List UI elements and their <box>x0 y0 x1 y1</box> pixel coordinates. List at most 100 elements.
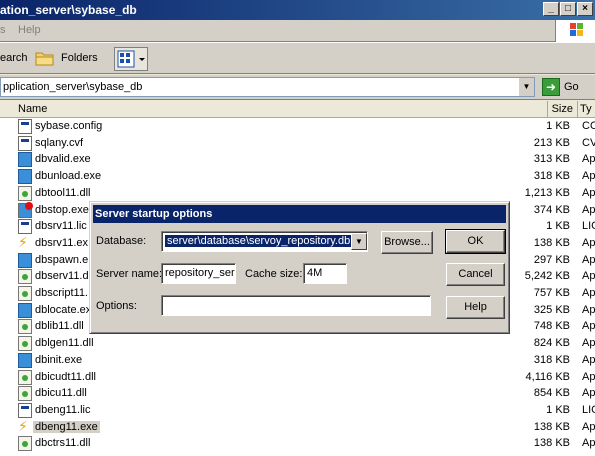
file-name: dbunload.exe <box>35 170 102 183</box>
dll-icon <box>18 286 32 301</box>
server-name-input[interactable]: repository_ser <box>161 263 236 284</box>
window-title: ation_server\sybase_db <box>0 3 137 17</box>
file-name: dbserv11.d <box>35 270 89 283</box>
file-row[interactable]: dbicu11.dll 854 KB Ap <box>0 385 595 402</box>
lightning-icon <box>18 234 32 251</box>
file-type: Ap <box>582 387 595 400</box>
file-row[interactable]: sqlany.cvf 213 KB CV <box>0 135 595 152</box>
file-row[interactable]: dbtool11.dll 1,213 KB Ap <box>0 185 595 202</box>
file-row[interactable]: dbeng11.lic 1 KB LIC <box>0 402 595 419</box>
menu-item-tools[interactable]: s <box>0 24 6 36</box>
file-size: 313 KB <box>533 153 570 166</box>
file-size: 213 KB <box>533 136 570 149</box>
file-name: dblocate.ex <box>35 303 92 316</box>
file-type: Ap <box>582 303 595 316</box>
file-row[interactable]: dbctrs11.dll 138 KB Ap <box>0 435 595 452</box>
file-type: Ap <box>582 287 595 299</box>
file-type: CO <box>582 120 595 132</box>
file-size: 757 KB <box>533 287 570 299</box>
help-button[interactable]: Help <box>446 296 505 319</box>
search-button[interactable]: earch <box>0 52 28 64</box>
maximize-button[interactable]: □ <box>560 2 576 16</box>
file-type: Ap <box>582 370 595 383</box>
browse-button[interactable]: Browse... <box>381 231 433 254</box>
column-header-type[interactable]: Ty <box>578 101 595 118</box>
file-size: 5,242 KB <box>524 270 570 283</box>
exe-icon <box>18 252 32 268</box>
folder-icon <box>35 49 55 67</box>
file-size: 1 KB <box>546 403 570 416</box>
file-row[interactable]: dbeng11.exe 138 KB Ap <box>0 418 595 436</box>
cancel-button[interactable]: Cancel <box>446 263 505 286</box>
options-input[interactable] <box>161 295 431 316</box>
file-row[interactable]: sybase.config 1 KB CO <box>0 118 595 135</box>
file-size: 138 KB <box>533 420 570 433</box>
file-type: Ap <box>582 270 595 283</box>
file-type: Ap <box>582 253 595 266</box>
file-name: dbscript11. <box>35 287 88 299</box>
lightning-icon <box>18 418 32 435</box>
dll-icon <box>18 386 32 402</box>
file-name: dbtool11.dll <box>35 186 91 199</box>
file-name: dblgen11.dll <box>35 337 94 350</box>
minimize-button[interactable]: _ <box>543 2 559 16</box>
file-type: LIC <box>582 403 595 416</box>
file-size: 4,116 KB <box>525 370 570 383</box>
file-size: 748 KB <box>533 320 570 333</box>
file-type: Ap <box>582 170 595 183</box>
dll-icon <box>18 369 32 385</box>
file-type: Ap <box>582 420 595 433</box>
file-type: Ap <box>582 337 595 350</box>
exe-icon <box>18 352 32 368</box>
database-combo[interactable]: server\database\servoy_repository.db <box>161 231 368 252</box>
file-size: 1 KB <box>546 120 570 132</box>
address-bar: pplication_server\sybase_db ▼ ➜ Go <box>0 75 595 100</box>
file-name: dbeng11.lic <box>35 403 91 416</box>
folders-button[interactable]: Folders <box>61 52 98 64</box>
dll-icon <box>18 336 32 352</box>
cache-size-input[interactable]: 4M <box>303 263 347 284</box>
go-button[interactable]: Go <box>564 81 579 93</box>
file-row[interactable]: dbvalid.exe 313 KB Ap <box>0 151 595 168</box>
file-type: Ap <box>582 186 595 199</box>
column-header-size[interactable]: Size <box>548 101 578 118</box>
file-row[interactable]: dbinit.exe 318 KB Ap <box>0 352 595 369</box>
file-name: dbicudt11.dll <box>35 370 96 383</box>
menu-item-help[interactable]: Help <box>18 24 41 36</box>
file-row[interactable]: dbunload.exe 318 KB Ap <box>0 168 595 185</box>
file-name: dbeng11.exe <box>33 420 100 433</box>
database-dropdown-arrow[interactable]: ▼ <box>351 233 367 250</box>
ok-button[interactable]: OK <box>445 229 506 254</box>
address-input[interactable]: pplication_server\sybase_db <box>0 77 535 97</box>
file-size: 318 KB <box>533 170 570 183</box>
stop-exe-icon <box>18 201 33 218</box>
dll-icon <box>18 319 32 335</box>
close-button[interactable]: × <box>577 2 593 16</box>
file-name: dblib11.dll <box>35 320 84 333</box>
file-name: dbvalid.exe <box>35 153 91 166</box>
exe-icon <box>18 169 32 185</box>
file-name: dbsrv11.ex <box>35 236 88 249</box>
file-name: dbspawn.e <box>35 253 89 266</box>
file-size: 325 KB <box>533 303 570 316</box>
file-size: 138 KB <box>533 437 570 450</box>
file-size: 1,213 KB <box>524 186 570 199</box>
address-dropdown-button[interactable]: ▼ <box>518 78 534 96</box>
config-file-icon <box>18 135 32 151</box>
config-file-icon <box>18 119 32 134</box>
dialog-title: Server startup options <box>93 205 506 223</box>
column-header-name[interactable]: Name <box>0 101 548 118</box>
title-bar: ation_server\sybase_db _ □ × <box>0 0 595 20</box>
exe-icon <box>18 152 32 168</box>
file-type: CV <box>582 136 595 149</box>
go-arrow-icon[interactable]: ➜ <box>542 78 560 96</box>
file-type: Ap <box>582 203 595 216</box>
file-name: dbstop.exe <box>35 203 89 216</box>
dll-icon <box>18 436 32 452</box>
file-row[interactable]: dblgen11.dll 824 KB Ap <box>0 335 595 352</box>
server-startup-dialog: Server startup options Database: server\… <box>89 201 510 334</box>
file-size: 138 KB <box>533 236 570 249</box>
views-button[interactable] <box>114 47 148 71</box>
file-size: 374 KB <box>533 203 570 216</box>
file-row[interactable]: dbicudt11.dll 4,116 KB Ap <box>0 369 595 386</box>
